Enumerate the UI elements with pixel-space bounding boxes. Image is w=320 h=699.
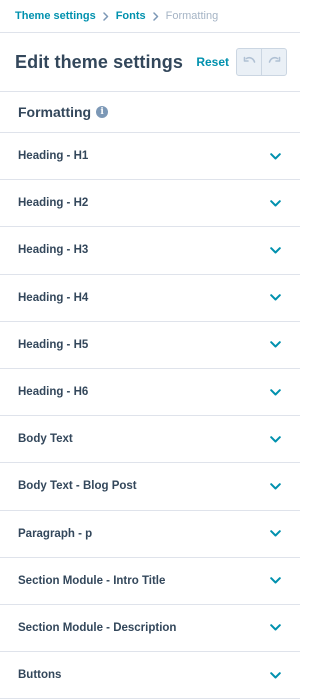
row-label: Paragraph - p [18,527,93,540]
info-icon[interactable]: i [96,106,109,118]
row-label: Section Module - Intro Title [18,574,166,587]
reset-button[interactable]: Reset [196,55,229,69]
panel-header: Edit theme settings Reset [0,33,300,92]
chevron-down-icon[interactable] [269,671,281,679]
formatting-list: Heading - H1 Heading - H2 Heading - H3 H… [0,133,300,699]
row-label: Buttons [18,669,62,682]
accordion-row-heading-h5[interactable]: Heading - H5 [0,322,300,369]
row-label: Heading - H6 [18,386,89,399]
redo-button[interactable] [261,49,286,75]
breadcrumb: Theme settings Fonts Formatting [0,0,300,33]
breadcrumb-theme-settings[interactable]: Theme settings [15,10,96,22]
chevron-right-icon [102,11,109,21]
chevron-down-icon[interactable] [269,246,281,254]
accordion-row-heading-h3[interactable]: Heading - H3 [0,227,300,275]
accordion-row-body-text[interactable]: Body Text [0,416,300,464]
chevron-down-icon[interactable] [269,341,281,349]
section-title-text: Formatting [18,104,92,120]
accordion-row-heading-h1[interactable]: Heading - H1 [0,133,300,181]
section-title: Formatting i [0,92,300,133]
chevron-down-icon[interactable] [269,577,281,585]
breadcrumb-fonts[interactable]: Fonts [116,10,146,22]
chevron-down-icon[interactable] [269,294,281,302]
row-label: Body Text [18,433,73,446]
chevron-down-icon[interactable] [269,435,281,443]
chevron-down-icon[interactable] [269,624,281,632]
row-label: Heading - H2 [18,197,89,210]
chevron-down-icon[interactable] [269,482,281,490]
row-label: Heading - H4 [18,291,89,304]
row-label: Section Module - Description [18,621,177,634]
row-label: Heading - H1 [18,150,89,163]
row-label: Heading - H3 [18,244,89,257]
chevron-right-icon [152,11,159,21]
accordion-row-heading-h6[interactable]: Heading - H6 [0,369,300,417]
accordion-row-heading-h2[interactable]: Heading - H2 [0,180,300,228]
undo-button[interactable] [237,49,261,75]
accordion-row-body-text-blog-post[interactable]: Body Text - Blog Post [0,463,300,511]
row-label: Heading - H5 [18,338,89,351]
accordion-row-section-intro-title[interactable]: Section Module - Intro Title [0,558,300,605]
accordion-row-buttons[interactable]: Buttons [0,652,300,699]
undo-icon [243,53,256,71]
breadcrumb-current: Formatting [165,10,219,22]
undo-redo-group [236,48,287,76]
theme-settings-panel: Theme settings Fonts Formatting Edit the… [0,0,300,699]
redo-icon [268,53,281,71]
chevron-down-icon[interactable] [269,530,281,538]
chevron-down-icon[interactable] [269,152,281,160]
row-label: Body Text - Blog Post [18,480,137,493]
accordion-row-heading-h4[interactable]: Heading - H4 [0,275,300,322]
chevron-down-icon[interactable] [269,199,281,207]
chevron-down-icon[interactable] [269,388,281,396]
accordion-row-paragraph[interactable]: Paragraph - p [0,511,300,558]
page-title: Edit theme settings [15,51,183,72]
accordion-row-section-description[interactable]: Section Module - Description [0,605,300,653]
